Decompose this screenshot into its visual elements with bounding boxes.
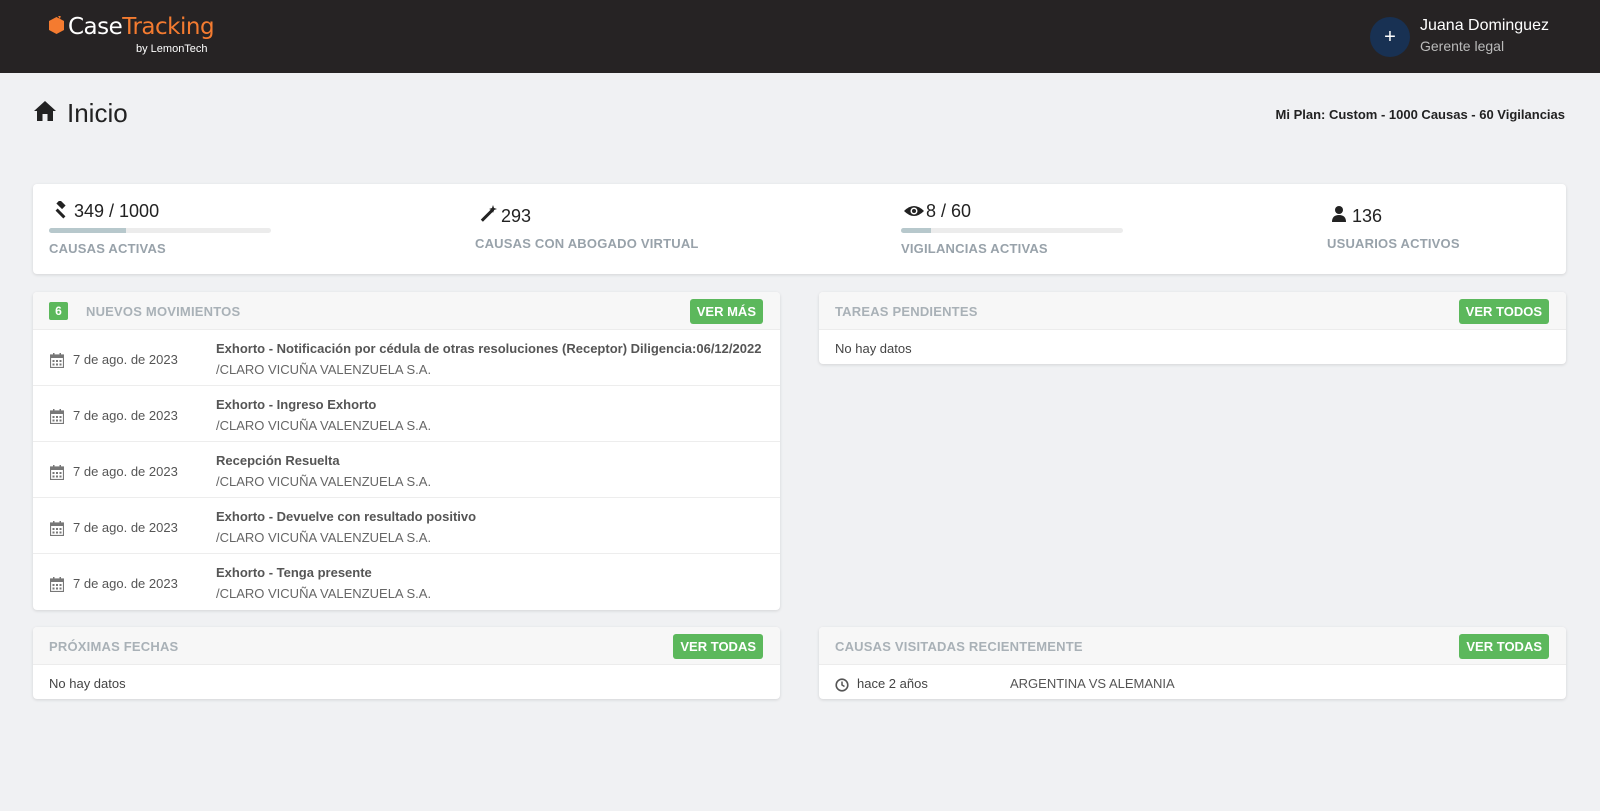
movimiento-date: 7 de ago. de 2023 (73, 352, 178, 367)
empty-state: No hay datos (49, 676, 126, 691)
tareas-panel: TAREAS PENDIENTES VER TODOS No hay datos (819, 292, 1566, 364)
panel-title: PRÓXIMAS FECHAS (49, 639, 179, 654)
movimiento-case[interactable]: /CLARO VICUÑA VALENZUELA S.A. (216, 362, 431, 377)
stat-label: VIGILANCIAS ACTIVAS (901, 241, 1048, 256)
user-role: Gerente legal (1420, 38, 1505, 54)
user-icon (1332, 206, 1346, 222)
ver-todos-button[interactable]: VER TODOS (1458, 299, 1549, 324)
list-item[interactable]: 7 de ago. de 2023 Recepción Resuelta /CL… (33, 442, 780, 498)
calendar-icon (50, 577, 64, 592)
movimiento-title[interactable]: Exhorto - Tenga presente (216, 565, 372, 580)
movimiento-date: 7 de ago. de 2023 (73, 520, 178, 535)
panel-header: TAREAS PENDIENTES VER TODOS (819, 292, 1566, 330)
stat-usuarios-activos[interactable]: 136 USUARIOS ACTIVOS (1327, 184, 1557, 274)
calendar-icon (50, 465, 64, 480)
logo-wordmark: CaseTracking (68, 14, 215, 40)
gavel-icon (55, 201, 66, 219)
stat-label: USUARIOS ACTIVOS (1327, 236, 1460, 251)
user-name[interactable]: Juana Dominguez (1420, 17, 1549, 35)
movimiento-case[interactable]: /CLARO VICUÑA VALENZUELA S.A. (216, 530, 431, 545)
list-item[interactable]: 7 de ago. de 2023 Exhorto - Devuelve con… (33, 498, 780, 554)
calendar-icon (50, 353, 64, 368)
clock-icon (835, 678, 849, 692)
stat-causas-abogado-virtual[interactable]: 293 CAUSAS CON ABOGADO VIRTUAL (475, 184, 875, 274)
movimiento-title[interactable]: Exhorto - Devuelve con resultado positiv… (216, 509, 476, 524)
logo-byline: by LemonTech (136, 43, 208, 55)
page-title: Inicio (67, 98, 128, 128)
recent-case-name[interactable]: ARGENTINA VS ALEMANIA (1010, 676, 1175, 691)
movimiento-case[interactable]: /CLARO VICUÑA VALENZUELA S.A. (216, 586, 431, 601)
movimientos-count-badge: 6 (49, 302, 68, 320)
calendar-icon (50, 409, 64, 424)
stat-vigilancias-activas[interactable]: 8 / 60 VIGILANCIAS ACTIVAS (901, 184, 1301, 274)
movimiento-date: 7 de ago. de 2023 (73, 576, 178, 591)
panel-title: TAREAS PENDIENTES (835, 304, 978, 319)
logo-hexagon-icon (49, 16, 64, 34)
plan-info: Mi Plan: Custom - 1000 Causas - 60 Vigil… (1275, 107, 1565, 122)
recientes-panel: CAUSAS VISITADAS RECIENTEMENTE VER TODAS… (819, 627, 1566, 699)
calendar-icon (50, 521, 64, 536)
top-navbar: CaseTracking by LemonTech + Juana Doming… (0, 0, 1600, 73)
stat-value: 349 / 1000 (74, 201, 160, 221)
stat-label: CAUSAS ACTIVAS (49, 241, 166, 256)
stat-value: 8 / 60 (926, 201, 972, 221)
ver-mas-button[interactable]: VER MÁS (689, 299, 763, 324)
ver-todas-fechas-button[interactable]: VER TODAS (673, 634, 763, 659)
stat-value: 293 (501, 206, 532, 226)
stat-progress-fill (49, 228, 127, 233)
panel-title: NUEVOS MOVIMIENTOS (86, 304, 241, 319)
movimiento-date: 7 de ago. de 2023 (73, 408, 178, 423)
movimientos-panel: 6 NUEVOS MOVIMIENTOS VER MÁS 7 de ago. d… (33, 292, 780, 610)
movimientos-list: 7 de ago. de 2023 Exhorto - Notificación… (33, 330, 780, 610)
recent-time: hace 2 años (857, 676, 928, 691)
panel-header: PRÓXIMAS FECHAS VER TODAS (33, 627, 780, 665)
eye-icon (904, 206, 924, 216)
stat-causas-activas[interactable]: 349 / 1000 CAUSAS ACTIVAS (49, 184, 449, 274)
list-item[interactable]: 7 de ago. de 2023 Exhorto - Notificación… (33, 330, 780, 386)
user-avatar[interactable]: + (1370, 17, 1410, 57)
empty-state: No hay datos (835, 341, 912, 356)
panel-header: 6 NUEVOS MOVIMIENTOS VER MÁS (33, 292, 780, 330)
home-icon (34, 101, 56, 121)
movimiento-title[interactable]: Exhorto - Notificación por cédula de otr… (216, 341, 761, 356)
magic-wand-icon (480, 205, 497, 222)
list-item[interactable]: 7 de ago. de 2023 Exhorto - Tenga presen… (33, 554, 780, 610)
stats-card: 349 / 1000 CAUSAS ACTIVAS 293 CAUSAS CON… (33, 184, 1566, 274)
movimiento-case[interactable]: /CLARO VICUÑA VALENZUELA S.A. (216, 418, 431, 433)
movimiento-date: 7 de ago. de 2023 (73, 464, 178, 479)
list-item[interactable]: hace 2 años ARGENTINA VS ALEMANIA (819, 627, 1566, 699)
movimiento-title[interactable]: Exhorto - Ingreso Exhorto (216, 397, 376, 412)
list-item[interactable]: 7 de ago. de 2023 Exhorto - Ingreso Exho… (33, 386, 780, 442)
stat-progress-bar (49, 228, 271, 233)
movimiento-title[interactable]: Recepción Resuelta (216, 453, 340, 468)
fechas-panel: PRÓXIMAS FECHAS VER TODAS No hay datos (33, 627, 780, 699)
stat-progress-bar (901, 228, 1123, 233)
stat-progress-fill (901, 228, 931, 233)
movimiento-case[interactable]: /CLARO VICUÑA VALENZUELA S.A. (216, 474, 431, 489)
stat-value: 136 (1352, 206, 1383, 226)
casetracking-logo[interactable]: CaseTracking by LemonTech (48, 14, 228, 60)
stat-label: CAUSAS CON ABOGADO VIRTUAL (475, 236, 699, 251)
